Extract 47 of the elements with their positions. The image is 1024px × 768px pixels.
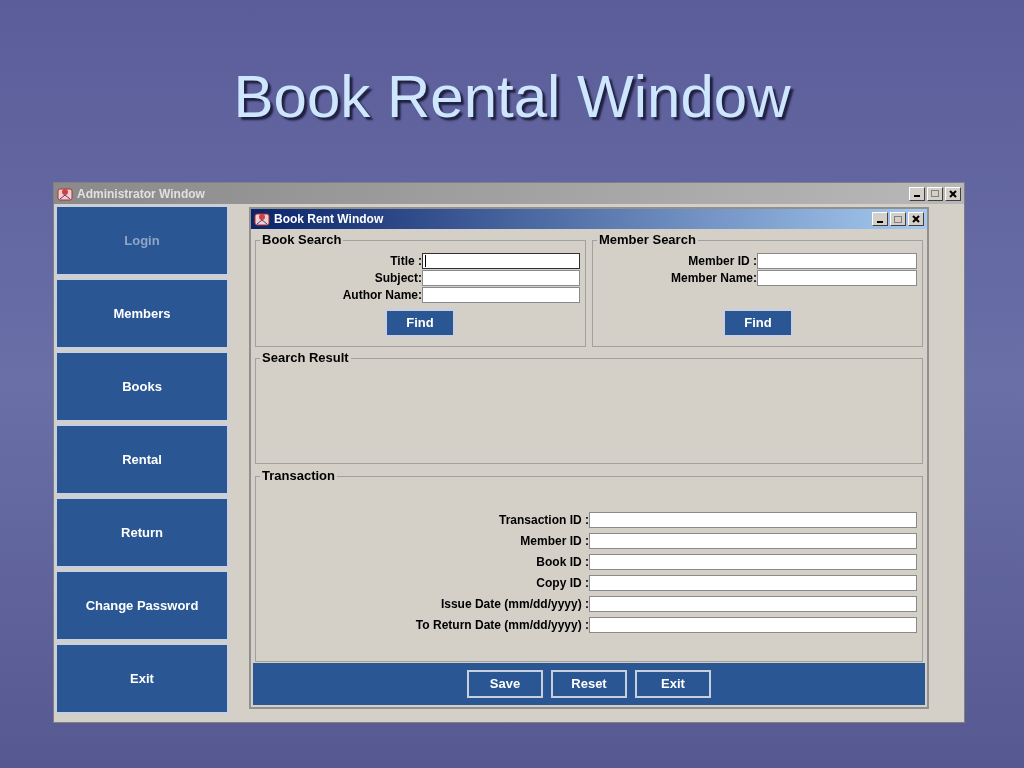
field-label: Author Name: [341,287,422,303]
action-button[interactable]: Exit [635,670,711,698]
close-icon [949,189,957,198]
slide-title: Book Rental Window [233,62,791,132]
field-label: Book ID : [535,554,589,570]
sidebar-button[interactable]: Books [55,351,229,422]
sidebar-button[interactable]: Rental [55,424,229,495]
action-button[interactable]: Save [467,670,543,698]
minimize-button[interactable] [872,212,888,226]
action-button[interactable]: Reset [551,670,627,698]
app-icon [57,185,73,202]
field-label: To Return Date (mm/dd/yyyy) : [414,617,589,633]
maximize-button[interactable] [927,186,943,201]
field-label: Member Name: [669,270,757,286]
field-label: Member ID : [519,533,589,549]
input-field[interactable] [757,253,917,269]
input-field[interactable] [757,270,917,286]
text-caret [425,255,426,267]
sidebar-button[interactable]: Exit [55,643,229,714]
app-icon [254,211,270,227]
field-label: Copy ID : [535,575,589,591]
close-button[interactable] [945,186,961,201]
window-title: Administrator Window [77,185,206,203]
input-field[interactable] [422,287,580,303]
sidebar-button[interactable]: Return [55,497,229,568]
maximize-button[interactable] [890,212,906,226]
input-field[interactable] [422,253,580,269]
input-field[interactable] [589,575,917,591]
field-label: Title : [389,253,422,269]
find-button[interactable]: Find [385,309,455,337]
input-field[interactable] [589,512,917,528]
sidebar-button[interactable]: Change Password [55,570,229,641]
find-button[interactable]: Find [723,309,793,337]
input-field[interactable] [589,554,917,570]
close-icon [912,215,920,223]
close-button[interactable] [908,212,924,226]
field-label: Member ID : [687,253,757,269]
field-label: Subject: [373,270,422,286]
input-field[interactable] [589,533,917,549]
field-label: Transaction ID : [497,512,589,528]
input-field[interactable] [589,617,917,633]
input-field[interactable] [422,270,580,286]
sidebar-button[interactable]: Members [55,278,229,349]
window-title: Book Rent Window [274,211,385,228]
input-field[interactable] [589,596,917,612]
field-label: Issue Date (mm/dd/yyyy) : [439,596,589,612]
minimize-button[interactable] [909,186,925,201]
